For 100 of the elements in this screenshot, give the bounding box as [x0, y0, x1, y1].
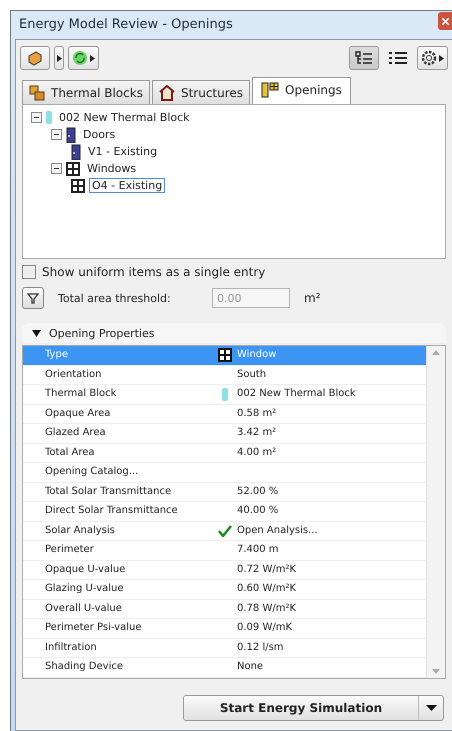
minus-icon — [54, 166, 59, 171]
property-row[interactable]: Total Area 4.00 m² — [23, 444, 426, 463]
tree-view-button[interactable] — [349, 46, 379, 70]
threshold-label: Total area threshold: — [58, 292, 172, 304]
model-button[interactable] — [20, 46, 50, 70]
collapse-toggle[interactable] — [31, 112, 42, 123]
property-value: None — [236, 661, 264, 674]
property-value: 40.00 % — [236, 505, 278, 518]
window-icon — [218, 348, 232, 362]
property-name: Opaque Area — [44, 408, 112, 420]
window-icon — [71, 178, 85, 192]
close-icon — [442, 18, 448, 24]
caret-icon — [56, 54, 62, 62]
close-button[interactable] — [438, 12, 452, 30]
property-name: Solar Analysis — [44, 524, 116, 537]
minus-icon — [34, 115, 39, 120]
property-name: Glazing U-value — [44, 583, 125, 596]
caret-icon — [439, 54, 444, 62]
property-value: 0.72 W/m²K — [236, 564, 296, 576]
model-icon — [27, 50, 43, 66]
property-row[interactable]: Total Solar Transmittance 52.00 % — [23, 482, 426, 502]
section-title: Opening Properties — [49, 326, 154, 340]
property-value: 002 New Thermal Block — [236, 388, 356, 400]
collapse-toggle[interactable] — [51, 129, 62, 140]
property-value: Window — [236, 349, 276, 362]
tab[interactable]: Thermal Blocks — [22, 80, 150, 104]
property-name: Glazed Area — [44, 427, 107, 440]
property-row[interactable]: Solar Analysis Open Analysis... — [23, 522, 426, 541]
dropdown-button[interactable] — [54, 46, 64, 70]
property-row[interactable]: Glazed Area 3.42 m² — [23, 424, 426, 444]
tab[interactable]: Openings — [252, 77, 351, 104]
property-name: Orientation — [44, 368, 102, 381]
blocks-icon — [29, 85, 45, 101]
checkmark-icon — [218, 524, 232, 537]
tree-item[interactable]: O4 - Existing — [89, 178, 166, 193]
property-value: Open Analysis... — [236, 524, 318, 537]
property-row[interactable]: Opaque U-value 0.72 W/m²K — [23, 560, 426, 580]
tree-item[interactable]: 002 New Thermal Block — [56, 110, 193, 125]
property-name: Shading Device — [44, 661, 124, 674]
caret-icon — [426, 704, 436, 710]
property-name: Perimeter Psi-value — [44, 622, 142, 634]
tree-item[interactable]: V1 - Existing — [85, 144, 160, 159]
property-row[interactable]: Thermal Block 002 New Thermal Block — [23, 385, 426, 404]
tree-view-icon — [355, 51, 373, 65]
window-icon — [66, 162, 80, 176]
minus-icon — [54, 132, 59, 137]
property-value: 0.12 l/sm — [236, 642, 284, 654]
caret-icon — [90, 54, 95, 62]
property-row[interactable]: Orientation South — [23, 366, 426, 385]
property-row[interactable]: Opening Catalog... — [23, 463, 426, 482]
property-name: Total Area — [44, 446, 96, 459]
house-icon — [158, 85, 175, 101]
tab[interactable]: Structures — [152, 80, 250, 104]
property-value: South — [236, 368, 266, 381]
section-header[interactable]: Opening Properties — [22, 323, 446, 343]
tree-item[interactable]: Windows — [84, 161, 140, 176]
property-row[interactable]: Perimeter Psi-value 0.09 W/mK — [23, 619, 426, 638]
filter-icon — [27, 292, 39, 304]
simulation-button[interactable]: Start Energy Simulation — [183, 694, 444, 720]
property-value: 52.00 % — [236, 486, 278, 498]
property-value: 0.58 m² — [236, 408, 276, 420]
thermal-block-icon — [222, 388, 228, 401]
property-value: 0.60 W/m²K — [236, 583, 296, 596]
property-name: Opening Catalog... — [44, 466, 140, 478]
property-name: Thermal Block — [44, 388, 118, 400]
property-row[interactable]: Shading Device None — [23, 658, 426, 678]
property-row[interactable]: Perimeter 7.400 m — [23, 541, 426, 560]
property-value: 7.400 m — [236, 544, 279, 556]
property-value: 0.09 W/mK — [236, 622, 292, 634]
checkbox-label: Show uniform items as a single entry — [42, 265, 266, 279]
filter-button[interactable] — [22, 287, 44, 309]
unit-label: m² — [304, 291, 320, 305]
property-row[interactable]: Overall U-value 0.78 W/m²K — [23, 600, 426, 619]
scrollbar[interactable] — [426, 346, 445, 678]
door-icon — [71, 144, 81, 160]
property-row[interactable]: Direct Solar Transmittance 40.00 % — [23, 502, 426, 522]
property-row[interactable]: Opaque Area 0.58 m² — [23, 404, 426, 424]
property-name: Total Solar Transmittance — [44, 486, 172, 498]
list-view-icon — [388, 51, 408, 65]
door-icon — [66, 126, 76, 142]
settings-icon — [421, 50, 437, 66]
refresh-icon — [72, 50, 88, 66]
property-name: Type — [44, 349, 69, 362]
property-name: Infiltration — [44, 642, 98, 654]
property-row[interactable]: Infiltration 0.12 l/sm — [23, 638, 426, 658]
expand-icon — [32, 330, 41, 336]
openings-icon — [261, 82, 280, 98]
tree-item[interactable]: Doors — [80, 127, 118, 142]
property-row[interactable]: Glazing U-value 0.60 W/m²K — [23, 580, 426, 600]
checkbox[interactable] — [22, 265, 36, 279]
settings-button[interactable] — [417, 46, 448, 70]
property-value: 4.00 m² — [236, 446, 276, 459]
property-name: Opaque U-value — [44, 564, 126, 576]
property-name: Direct Solar Transmittance — [44, 505, 179, 518]
scroll-up-icon — [432, 350, 440, 355]
property-name: Perimeter — [44, 544, 95, 556]
refresh-button[interactable] — [68, 46, 99, 70]
window-title: Energy Model Review - Openings — [19, 16, 233, 32]
scroll-down-icon — [432, 668, 440, 674]
collapse-toggle[interactable] — [51, 163, 62, 174]
